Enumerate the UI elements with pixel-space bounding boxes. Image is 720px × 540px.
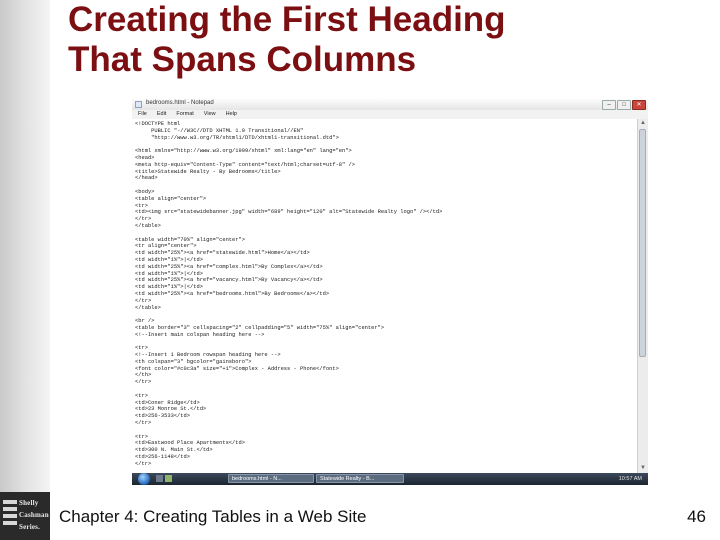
- taskbar-item-notepad[interactable]: bedrooms.html - N...: [228, 474, 314, 483]
- notepad-titlebar[interactable]: bedrooms.html - Notepad – □ ✕: [132, 99, 648, 110]
- logo-text: Shelly Cashman Series.: [19, 497, 49, 533]
- menu-format[interactable]: Format: [176, 110, 193, 119]
- scroll-down-arrow-icon[interactable]: ▼: [638, 464, 648, 473]
- scroll-up-arrow-icon[interactable]: ▲: [638, 119, 648, 128]
- notepad-window-title: bedrooms.html - Notepad: [146, 100, 214, 106]
- logo-line: Shelly: [19, 499, 39, 507]
- minimize-button[interactable]: –: [602, 100, 616, 110]
- close-button[interactable]: ✕: [632, 100, 646, 110]
- logo-line: Series.: [19, 523, 41, 531]
- logo-mark-icon: [3, 500, 17, 532]
- slide-title: Creating the First Heading That Spans Co…: [68, 0, 506, 80]
- shelly-cashman-series-logo: Shelly Cashman Series.: [0, 492, 50, 540]
- notepad-app-icon: [135, 101, 142, 108]
- logo-line: Cashman: [19, 511, 49, 519]
- window-controls: – □ ✕: [602, 100, 646, 110]
- menu-edit[interactable]: Edit: [157, 110, 166, 119]
- slide-left-sidebar: [0, 0, 50, 540]
- taskbar-clock: 10:57 AM: [618, 476, 642, 482]
- menu-help[interactable]: Help: [226, 110, 237, 119]
- slide-title-line-1: Creating the First Heading: [68, 0, 506, 39]
- menu-view[interactable]: View: [204, 110, 216, 119]
- vertical-scrollbar[interactable]: ▲ ▼: [637, 119, 648, 473]
- quick-launch-icon[interactable]: [165, 475, 172, 482]
- notepad-text-area[interactable]: <!DOCTYPE html PUBLIC "-//W3C//DTD XHTML…: [132, 119, 638, 473]
- taskbar-item-browser[interactable]: Statewide Realty - B...: [316, 474, 404, 483]
- html-source-code[interactable]: <!DOCTYPE html PUBLIC "-//W3C//DTD XHTML…: [132, 119, 638, 473]
- windows-taskbar: bedrooms.html - N... Statewide Realty - …: [132, 473, 648, 485]
- scrollbar-thumb[interactable]: [639, 129, 646, 357]
- maximize-button[interactable]: □: [617, 100, 631, 110]
- notepad-screenshot: bedrooms.html - Notepad – □ ✕ File Edit …: [132, 99, 648, 485]
- start-button-icon[interactable]: [138, 473, 150, 485]
- slide-title-line-2: That Spans Columns: [68, 40, 417, 79]
- show-desktop-icon[interactable]: [156, 475, 163, 482]
- slide-footer: Chapter 4: Creating Tables in a Web Site: [59, 507, 367, 526]
- slide-page-number: 46: [687, 507, 706, 526]
- menu-file[interactable]: File: [138, 110, 147, 119]
